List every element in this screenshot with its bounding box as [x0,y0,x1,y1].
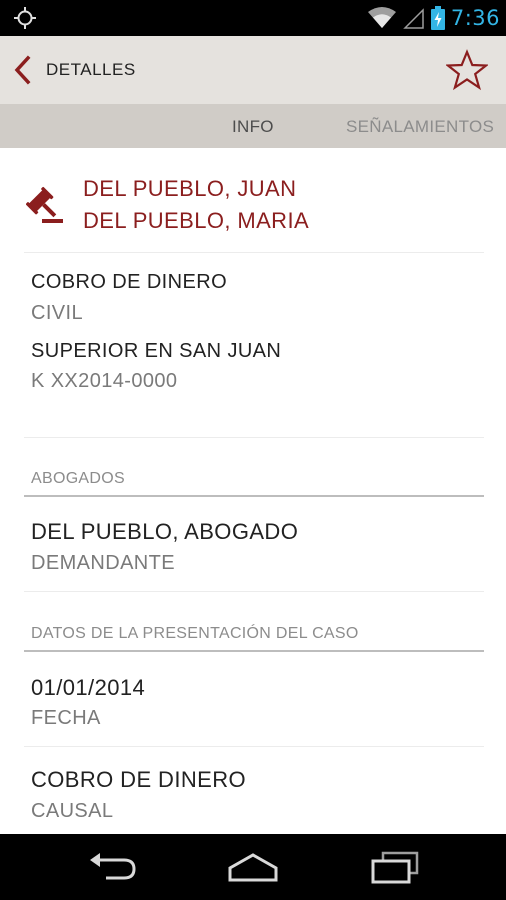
case-details: DEL PUEBLO, JUAN DEL PUEBLO, MARIA COBRO… [0,148,506,834]
tab-info[interactable]: INFO [232,117,274,137]
gavel-icon [26,186,63,223]
star-icon[interactable] [446,49,488,91]
party-name: DEL PUEBLO, JUAN [83,176,297,201]
status-bar: 7:36 [0,0,506,36]
navigation-bar [0,834,506,900]
recent-apps-icon[interactable] [369,850,421,884]
filing-date: 01/01/2014 [31,675,146,700]
divider [24,252,484,253]
gps-icon [14,7,36,29]
back-nav-icon[interactable] [86,850,138,884]
wifi-icon [367,7,396,28]
lawyer-name: DEL PUEBLO, ABOGADO [31,519,299,544]
battery-charging-icon [430,6,445,30]
home-nav-icon[interactable] [227,850,279,884]
action-bar: DETALLES [0,36,506,104]
section-header-abogados: ABOGADOS [31,470,125,487]
lawyer-role: DEMANDANTE [31,552,176,574]
tab-senalamientos[interactable]: SEÑALAMIENTOS [346,117,494,137]
tab-bar: INFO SEÑALAMIENTOS [0,104,506,148]
section-header-filing: DATOS DE LA PRESENTACIÓN DEL CASO [31,625,359,642]
signal-icon [403,8,424,29]
parties-section: DEL PUEBLO, JUAN DEL PUEBLO, MARIA [0,148,506,252]
divider [24,437,484,438]
clock: 7:36 [450,6,500,30]
divider [24,591,484,592]
section-header-line [24,495,484,497]
case-matter: COBRO DE DINERO [31,271,228,293]
page-title: DETALLES [46,60,136,79]
filing-cause: COBRO DE DINERO [31,767,247,792]
divider [24,746,484,747]
section-header-line [24,650,484,652]
case-number: K XX2014-0000 [31,370,178,392]
back-chevron-icon[interactable] [12,54,34,86]
filing-date-label: FECHA [31,707,101,729]
filing-cause-label: CAUSAL [31,800,114,822]
case-court: SUPERIOR EN SAN JUAN [31,340,282,362]
party-name: DEL PUEBLO, MARIA [83,208,310,233]
case-matter-type: CIVIL [31,302,84,324]
